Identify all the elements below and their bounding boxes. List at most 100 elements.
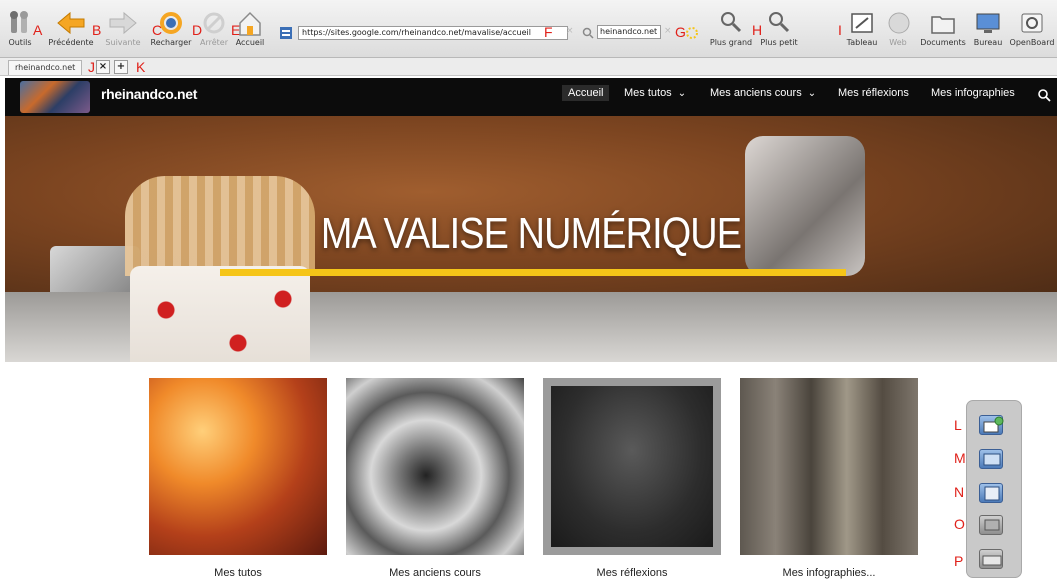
- zoom-out-icon: [769, 12, 790, 33]
- folder-icon: [931, 16, 955, 34]
- zoom-in-button[interactable]: Plus grand: [708, 8, 754, 47]
- home-button[interactable]: Accueil: [232, 8, 268, 47]
- back-button[interactable]: Précédente: [46, 8, 96, 47]
- card-reflections-image[interactable]: [543, 378, 721, 555]
- presentation-button[interactable]: [979, 515, 1003, 535]
- openboard-button[interactable]: OpenBoard: [1009, 8, 1055, 47]
- loading-spinner-icon: [686, 27, 698, 39]
- site-name[interactable]: rheinandco.net: [101, 86, 197, 102]
- search-clear-icon[interactable]: ×: [664, 26, 672, 36]
- card-reflections-caption[interactable]: Mes réflexions: [543, 567, 721, 579]
- annotation-l: L: [954, 417, 962, 433]
- keyboard-icon: [982, 555, 1002, 566]
- nav-item-tutos-label: Mes tutos: [624, 87, 672, 99]
- board-button[interactable]: Tableau: [843, 8, 881, 47]
- hero-title: MA VALISE NUMÉRIQUE: [320, 209, 742, 258]
- card-tutos-caption[interactable]: Mes tutos: [149, 567, 327, 579]
- home-label: Accueil: [235, 38, 265, 47]
- annotation-i: I: [838, 22, 842, 38]
- openboard-label: OpenBoard: [1009, 38, 1055, 47]
- tools-button[interactable]: Outils: [6, 8, 34, 47]
- url-clear-icon[interactable]: ×: [566, 26, 574, 36]
- new-tab-button[interactable]: +: [114, 60, 128, 74]
- forward-button[interactable]: Suivante: [102, 8, 144, 47]
- card-infographics[interactable]: Mes infographies...: [740, 378, 918, 579]
- board-display-icon: [983, 453, 1001, 466]
- close-tab-button[interactable]: ×: [96, 60, 110, 74]
- arrow-left-icon: [57, 11, 85, 35]
- annotation-m: M: [954, 450, 966, 466]
- board-label: Tableau: [846, 38, 878, 47]
- search-icon[interactable]: [1038, 89, 1051, 102]
- zoom-in-icon: [721, 12, 742, 33]
- documents-label: Documents: [920, 38, 966, 47]
- browser-toolbar: Outils A Précédente B Suivante C Recharg…: [0, 0, 1057, 58]
- nav-item-tutos[interactable]: Mes tutos ⌄: [624, 87, 686, 99]
- nav-item-reflections[interactable]: Mes réflexions: [838, 87, 909, 99]
- annotation-o: O: [954, 516, 965, 532]
- hero-underline: [220, 269, 846, 276]
- desktop-button[interactable]: Bureau: [970, 8, 1006, 47]
- stop-label: Arrêter: [199, 38, 228, 47]
- annotation-b: B: [92, 22, 102, 38]
- site-logo[interactable]: [20, 81, 90, 113]
- web-tools-palette: [966, 400, 1022, 578]
- stop-button[interactable]: Arrêter: [198, 8, 230, 47]
- url-input[interactable]: https://sites.google.com/rheinandco.net/…: [298, 26, 568, 40]
- card-old-courses-image[interactable]: [346, 378, 524, 555]
- card-infographics-caption[interactable]: Mes infographies...: [740, 567, 918, 579]
- openboard-gear-icon: [1021, 13, 1043, 33]
- annotation-j: J: [88, 59, 95, 75]
- reload-label: Recharger: [150, 38, 192, 47]
- card-old-courses-caption[interactable]: Mes anciens cours: [346, 567, 524, 579]
- tools-label: Outils: [8, 38, 32, 47]
- card-old-courses[interactable]: Mes anciens cours: [346, 378, 524, 579]
- page-icon: [280, 27, 292, 39]
- tab-strip: rheinandco.net J × + K: [0, 58, 1057, 76]
- tab-rheinandco[interactable]: rheinandco.net: [8, 60, 83, 75]
- presentation-icon: [984, 519, 1000, 531]
- nav-item-old-courses[interactable]: Mes anciens cours ⌄: [710, 87, 816, 99]
- annotation-p: P: [954, 553, 964, 569]
- card-reflections[interactable]: Mes réflexions: [543, 378, 721, 579]
- hero-banner: MA VALISE NUMÉRIQUE: [5, 116, 1057, 362]
- capture-page-button[interactable]: [979, 483, 1003, 503]
- board-icon: [851, 13, 873, 33]
- stop-icon: [203, 12, 225, 34]
- chevron-down-icon: ⌄: [807, 88, 817, 99]
- nav-item-infographics[interactable]: Mes infographies: [931, 87, 1015, 99]
- site-header: rheinandco.net Accueil Mes tutos ⌄ Mes an…: [5, 78, 1057, 116]
- chevron-down-icon: ⌄: [677, 88, 687, 99]
- polka-dot-cup-image: [130, 266, 310, 362]
- card-infographics-image[interactable]: [740, 378, 918, 555]
- nav-item-home[interactable]: Accueil: [562, 85, 610, 101]
- reload-button[interactable]: Recharger: [148, 8, 194, 47]
- home-icon: [239, 11, 261, 36]
- monitor-icon: [976, 13, 1000, 33]
- zoom-out-label: Plus petit: [760, 38, 798, 47]
- annotation-a: A: [33, 22, 43, 38]
- annotation-k: K: [136, 59, 146, 75]
- back-label: Précédente: [48, 38, 94, 47]
- search-input[interactable]: heinandco.net: [597, 25, 661, 39]
- address-bar: https://sites.google.com/rheinandco.net/…: [280, 25, 568, 41]
- forward-label: Suivante: [105, 38, 141, 47]
- web-button[interactable]: Web: [884, 8, 912, 47]
- annotation-f: F: [544, 24, 553, 40]
- capture-tool-button[interactable]: [979, 415, 1004, 435]
- scissors-capture-icon: [983, 416, 1004, 433]
- zoom-in-label: Plus grand: [709, 38, 753, 47]
- search-icon: [582, 27, 594, 39]
- card-tutos-image[interactable]: [149, 378, 327, 555]
- keyboard-button[interactable]: [979, 549, 1003, 569]
- globe-icon: [888, 12, 910, 34]
- show-on-board-button[interactable]: [979, 449, 1003, 469]
- openboard-browser-window: Outils A Précédente B Suivante C Recharg…: [0, 0, 1057, 588]
- zoom-out-button[interactable]: Plus petit: [758, 8, 800, 47]
- tools-icon: [10, 11, 28, 33]
- annotation-n: N: [954, 484, 965, 500]
- page-capture-icon: [984, 486, 1000, 501]
- card-tutos[interactable]: Mes tutos: [149, 378, 327, 579]
- documents-button[interactable]: Documents: [918, 8, 968, 47]
- web-label: Web: [889, 38, 907, 47]
